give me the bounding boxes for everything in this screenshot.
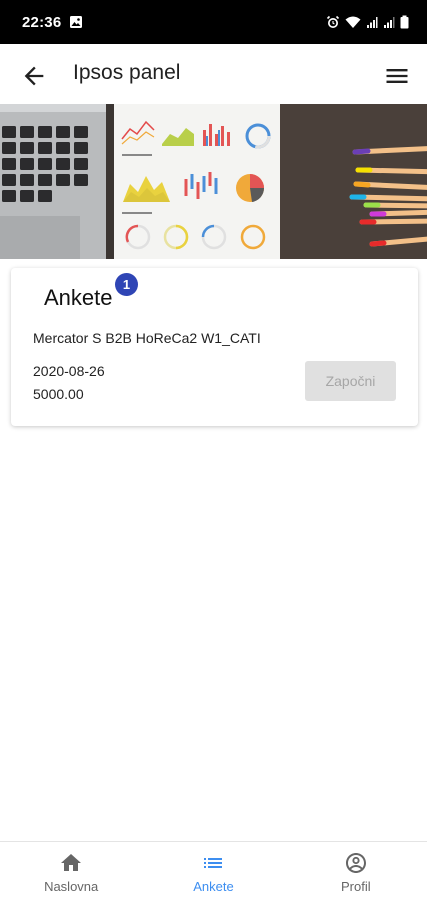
nav-label-home: Naslovna: [44, 879, 99, 894]
battery-icon: [400, 15, 409, 29]
survey-date: 2020-08-26: [33, 363, 105, 379]
status-left: 22:36: [22, 14, 83, 31]
nav-label-profile: Profil: [341, 879, 371, 894]
app-bar: Ipsos panel: [0, 44, 427, 104]
survey-amount: 5000.00: [33, 386, 84, 402]
back-button[interactable]: [20, 62, 48, 90]
nav-item-surveys[interactable]: Ankete: [142, 842, 284, 900]
status-bar: 22:36: [0, 0, 427, 44]
gallery-notification-icon: [69, 15, 83, 29]
hero-banner: [0, 104, 427, 259]
menu-button[interactable]: [383, 62, 411, 90]
card-title: Ankete: [44, 285, 113, 310]
home-icon: [61, 854, 82, 871]
alarm-icon: [326, 15, 340, 29]
status-right: [326, 15, 409, 29]
status-time: 22:36: [22, 13, 62, 31]
hamburger-menu-icon: [386, 69, 408, 83]
surveys-card: Ankete 1 Mercator S B2B HoReCa2 W1_CATI …: [11, 268, 418, 426]
survey-count-badge: 1: [115, 273, 138, 296]
start-survey-button[interactable]: Započni: [305, 361, 396, 401]
signal-icon-1: [366, 16, 378, 29]
nav-item-profile[interactable]: Profil: [285, 842, 427, 900]
wifi-icon: [345, 15, 361, 29]
survey-name: Mercator S B2B HoReCa2 W1_CATI: [33, 330, 261, 346]
nav-label-surveys: Ankete: [193, 879, 234, 894]
list-icon: [204, 858, 223, 868]
arrow-back-icon: [24, 66, 44, 86]
dashboard-charts-image: [0, 104, 427, 259]
bottom-navigation: Naslovna Ankete Profil: [0, 841, 427, 900]
page-title: Ipsos panel: [73, 61, 181, 84]
nav-item-home[interactable]: Naslovna: [0, 842, 142, 900]
account-circle-icon: [345, 853, 366, 873]
signal-icon-2: [383, 16, 395, 29]
